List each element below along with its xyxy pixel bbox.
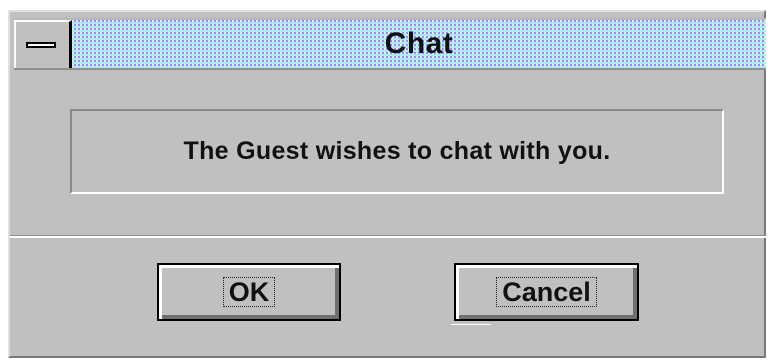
system-menu-button[interactable] bbox=[14, 20, 72, 68]
window-title: Chat bbox=[384, 27, 454, 60]
cancel-button-label: Cancel bbox=[496, 277, 597, 307]
ok-button[interactable]: OK bbox=[157, 263, 341, 321]
title-bar[interactable]: Chat bbox=[14, 18, 766, 70]
message-panel: The Guest wishes to chat with you. bbox=[70, 109, 724, 194]
message-text: The Guest wishes to chat with you. bbox=[183, 137, 611, 165]
cancel-button[interactable]: Cancel bbox=[454, 263, 639, 321]
divider bbox=[10, 235, 766, 238]
button-underline-mark bbox=[451, 324, 491, 325]
system-menu-icon bbox=[26, 42, 56, 48]
ok-button-label: OK bbox=[222, 277, 276, 307]
